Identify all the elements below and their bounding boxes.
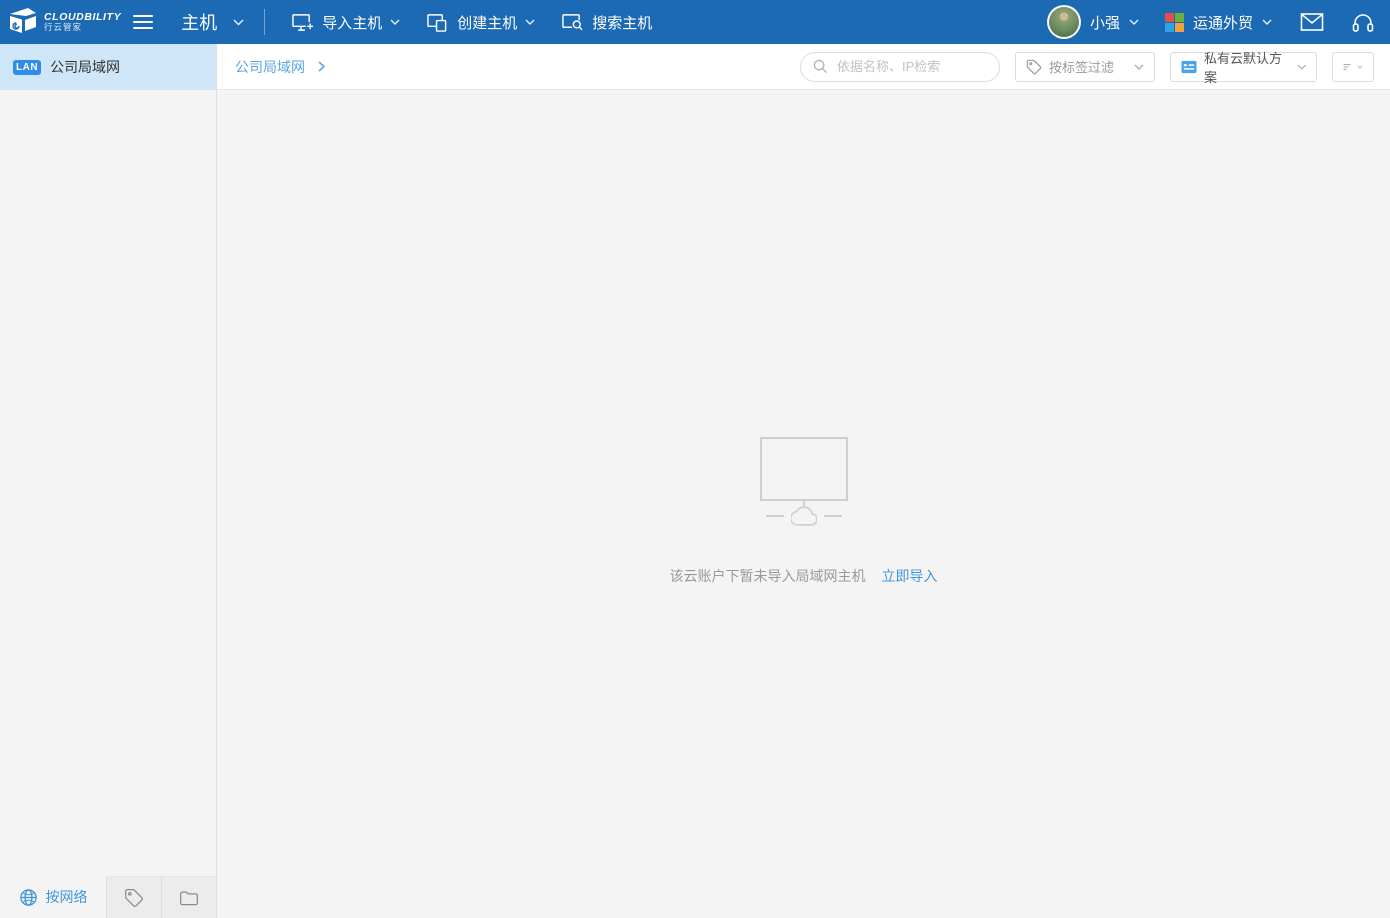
create-host-icon [427, 13, 447, 32]
search-host-button[interactable]: 搜索主机 [561, 12, 652, 33]
brand-text: CLOUDBILITY 行云管家 [44, 11, 121, 33]
host-list-content: 该云账户下暂未导入局域网主机 立即导入 [217, 90, 1390, 918]
create-host-button[interactable]: 创建主机 [426, 12, 535, 33]
scheme-select[interactable]: 私有云默认方案 [1170, 51, 1317, 85]
tab-by-folder[interactable] [161, 876, 216, 918]
scheme-card-icon [1181, 60, 1197, 73]
tag-icon [125, 888, 143, 907]
import-host-icon [292, 13, 315, 31]
search-host-label: 搜索主机 [592, 14, 653, 32]
sidebar-item-label: 公司局域网 [50, 59, 121, 75]
scheme-label: 私有云默认方案 [1203, 50, 1282, 85]
module-switcher[interactable]: 主机 [181, 9, 244, 35]
main-area: 公司局域网 依据名称、IP检索 按标签过滤 私有云默认方案 该云账户下暂未导入局… [217, 44, 1390, 918]
mail-icon [1300, 13, 1324, 31]
workspace-name: 运通外贸 [1192, 14, 1253, 32]
host-search-box [800, 51, 1000, 82]
folder-icon [180, 891, 198, 905]
topbar: CLOUDBILITY 行云管家 主机 导入主机 创建主机 搜索主机 小强 运通… [0, 0, 1390, 44]
globe-icon [19, 888, 37, 906]
user-name: 小强 [1089, 14, 1120, 32]
empty-monitor-cloud-icon [217, 437, 1390, 526]
chevron-down-icon [525, 19, 535, 25]
import-host-button[interactable]: 导入主机 [291, 12, 400, 33]
empty-message: 该云账户下暂未导入局域网主机 [669, 568, 866, 584]
menu-toggle-button[interactable] [133, 12, 157, 32]
tag-filter-select[interactable]: 按标签过滤 [1015, 51, 1155, 82]
workspace-squares-icon [1164, 12, 1184, 32]
chevron-right-icon [318, 61, 325, 72]
avatar [1046, 5, 1081, 39]
cloudbility-logo-icon [10, 8, 36, 33]
body-row: LAN 公司局域网 按网络 公司局域网 依据名称、IP检索 按标签过滤 私有云默… [0, 44, 1390, 918]
chevron-down-icon [1357, 65, 1363, 69]
chevron-down-icon [1134, 64, 1144, 70]
tag-icon [1026, 59, 1042, 74]
app-window: CLOUDBILITY 行云管家 主机 导入主机 创建主机 搜索主机 小强 运通… [0, 0, 1390, 918]
tag-filter-label: 按标签过滤 [1049, 60, 1115, 75]
search-icon [813, 59, 828, 74]
chevron-down-icon [1262, 19, 1272, 25]
brand-logo[interactable]: CLOUDBILITY 行云管家 [8, 6, 121, 38]
toolbar: 公司局域网 依据名称、IP检索 按标签过滤 私有云默认方案 [217, 44, 1390, 90]
breadcrumb-label: 公司局域网 [235, 58, 305, 75]
chevron-down-icon [1297, 64, 1306, 70]
tab-by-tag[interactable] [106, 876, 161, 918]
tab-by-network-label: 按网络 [45, 889, 88, 905]
chevron-down-icon [1129, 19, 1139, 25]
import-host-label: 导入主机 [322, 14, 383, 32]
workspace-menu[interactable]: 运通外贸 [1164, 12, 1272, 33]
empty-state: 该云账户下暂未导入局域网主机 立即导入 [217, 90, 1390, 586]
create-host-label: 创建主机 [457, 14, 518, 32]
headset-icon [1352, 13, 1374, 32]
search-host-icon [562, 13, 584, 31]
messages-button[interactable] [1300, 12, 1324, 32]
toolbar-controls: 按标签过滤 私有云默认方案 [800, 51, 1374, 85]
lan-badge: LAN [13, 59, 42, 75]
import-now-link[interactable]: 立即导入 [882, 566, 938, 586]
tab-by-network[interactable]: 按网络 [0, 876, 106, 918]
chevron-down-icon [390, 19, 400, 25]
support-button[interactable] [1352, 12, 1374, 33]
search-input[interactable] [835, 58, 987, 75]
topbar-divider [264, 9, 266, 35]
sort-icon [1343, 63, 1351, 70]
brand-subtitle: 行云管家 [44, 22, 83, 33]
sidebar: LAN 公司局域网 按网络 [0, 44, 217, 918]
module-label: 主机 [181, 13, 218, 33]
sort-button[interactable] [1332, 51, 1374, 82]
sidebar-item-lan[interactable]: LAN 公司局域网 [0, 44, 216, 90]
chevron-down-icon [233, 18, 244, 26]
sidebar-bottom-tabs: 按网络 [0, 876, 216, 918]
user-menu[interactable]: 小强 [1046, 5, 1139, 39]
breadcrumb[interactable]: 公司局域网 [235, 57, 325, 77]
cloud-icon [790, 506, 817, 526]
